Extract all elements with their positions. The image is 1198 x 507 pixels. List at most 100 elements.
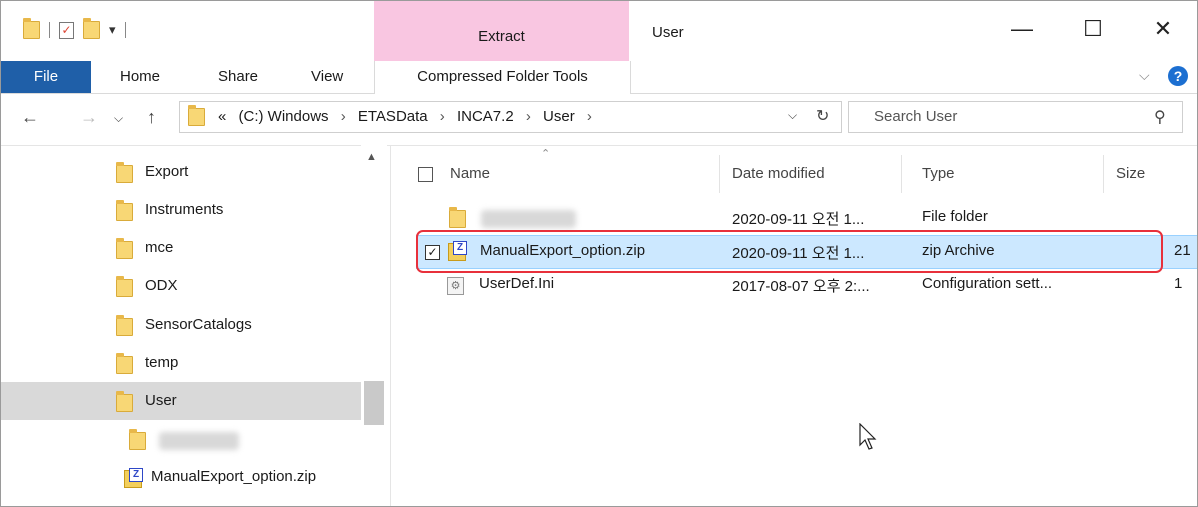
explorer-window: ✓ ▾ Extract User — ☐ ✕ File Home Share V… xyxy=(0,0,1198,507)
back-icon[interactable]: ← xyxy=(21,107,39,128)
close-button[interactable]: ✕ xyxy=(1145,15,1181,43)
address-row: ← → ⌵ ↑ « (C:) Windows › ETASData › INCA… xyxy=(1,93,1197,146)
column-divider[interactable] xyxy=(1103,155,1104,193)
folder-icon xyxy=(23,18,40,39)
nav-item-label: ODX xyxy=(145,277,178,294)
ribbon-tabs: File Home Share View Compressed Folder T… xyxy=(1,61,1197,94)
breadcrumb: « (C:) Windows › ETASData › INCA7.2 › Us… xyxy=(218,108,600,125)
column-size[interactable]: Size xyxy=(1116,165,1145,182)
nav-item-mce[interactable]: mce xyxy=(1,229,361,267)
tab-share[interactable]: Share xyxy=(218,61,258,93)
scroll-thumb[interactable] xyxy=(364,381,384,425)
scroll-up-icon[interactable]: ▲ xyxy=(366,151,377,163)
nav-item-label: SensorCatalogs xyxy=(145,316,252,333)
chevron-right-icon[interactable]: › xyxy=(440,108,445,125)
chevron-right-icon[interactable]: › xyxy=(341,108,346,125)
file-size: 1 xyxy=(1174,275,1183,292)
row-checkbox[interactable]: ✓ xyxy=(425,245,440,260)
date-modified: 2020-09-11 오전 1... xyxy=(732,245,865,262)
config-file-icon: ⚙ xyxy=(447,277,464,295)
title-bar: ✓ ▾ Extract User — ☐ ✕ xyxy=(1,1,1197,61)
folder-icon xyxy=(449,207,466,228)
recent-locations-icon[interactable]: ⌵ xyxy=(114,111,123,126)
nav-item-label: mce xyxy=(145,239,174,256)
minimize-button[interactable]: — xyxy=(1004,15,1040,43)
customize-toolbar-icon[interactable]: ▾ xyxy=(109,22,116,38)
column-name[interactable]: Name xyxy=(450,165,490,182)
forward-icon[interactable]: → xyxy=(80,107,98,128)
toolbar-separator xyxy=(49,22,50,38)
nav-item-export[interactable]: Export xyxy=(1,153,361,191)
search-placeholder: Search User xyxy=(874,108,958,125)
up-icon[interactable]: ↑ xyxy=(147,107,156,128)
nav-item-odx[interactable]: ODX xyxy=(1,267,361,305)
column-divider[interactable] xyxy=(719,155,720,193)
zip-archive-icon xyxy=(448,241,467,261)
breadcrumb-overflow[interactable]: « xyxy=(218,108,226,125)
tab-file[interactable]: File xyxy=(1,61,91,93)
list-item-manualexport-zip[interactable]: ✓ ManualExport_option.zip 2020-09-11 오전 … xyxy=(416,235,1197,269)
redacted-name xyxy=(481,210,576,228)
tab-home[interactable]: Home xyxy=(120,61,160,93)
file-name: UserDef.Ini xyxy=(479,275,555,292)
folder-icon xyxy=(116,276,133,297)
folder-icon xyxy=(188,105,205,126)
tab-view[interactable]: View xyxy=(311,61,343,93)
folder-icon xyxy=(116,200,133,221)
file-type: Configuration sett... xyxy=(922,275,1053,292)
nav-item-label: temp xyxy=(145,354,179,371)
new-folder-icon[interactable] xyxy=(83,18,100,39)
nav-item-instruments[interactable]: Instruments xyxy=(1,191,361,229)
nav-item-label: Instruments xyxy=(145,201,224,218)
nav-item-label: ManualExport_option.zip xyxy=(151,468,317,485)
breadcrumb-user[interactable]: User xyxy=(543,108,575,125)
folder-icon xyxy=(116,353,133,374)
folder-icon xyxy=(116,162,133,183)
navigation-pane: Export Instruments mce ODX SensorCatalog… xyxy=(1,145,391,506)
search-icon: ⚲ xyxy=(1154,109,1166,126)
nav-item-hidden-folder[interactable] xyxy=(1,420,361,458)
column-divider[interactable] xyxy=(901,155,902,193)
date-modified: 2020-09-11 오전 1... xyxy=(732,211,865,228)
quick-access-toolbar: ✓ ▾ xyxy=(23,18,126,39)
nav-item-temp[interactable]: temp xyxy=(1,344,361,382)
folder-icon xyxy=(116,238,133,259)
expand-ribbon-icon[interactable]: ⌵ xyxy=(1139,67,1150,84)
search-input[interactable]: Search User ⚲ xyxy=(848,101,1183,133)
list-item-folder[interactable]: 2020-09-11 오전 1... File folder xyxy=(416,202,1197,236)
properties-icon[interactable]: ✓ xyxy=(59,21,74,39)
breadcrumb-inca[interactable]: INCA7.2 xyxy=(457,108,514,125)
sort-ascending-icon: ⌃ xyxy=(541,148,551,160)
window-title: User xyxy=(652,24,684,41)
column-headers: ⌃ Name Date modified Type Size xyxy=(391,145,1197,201)
refresh-icon[interactable]: ↻ xyxy=(816,106,829,126)
file-type: File folder xyxy=(922,208,988,225)
help-icon[interactable]: ? xyxy=(1168,66,1188,86)
breadcrumb-windows[interactable]: (C:) Windows xyxy=(239,108,329,125)
nav-item-user[interactable]: User xyxy=(1,382,361,420)
column-type[interactable]: Type xyxy=(922,165,955,182)
nav-scrollbar[interactable]: ▲ xyxy=(361,145,387,506)
tab-compressed-folder-tools[interactable]: Compressed Folder Tools xyxy=(374,61,631,94)
file-name: ManualExport_option.zip xyxy=(480,242,646,259)
folder-icon xyxy=(116,391,133,412)
toolbar-separator xyxy=(124,22,126,38)
nav-item-manualexport-zip[interactable]: ManualExport_option.zip xyxy=(1,458,361,496)
nav-item-label: Export xyxy=(145,163,189,180)
folder-icon xyxy=(129,429,146,450)
mouse-cursor-icon xyxy=(859,423,877,450)
extract-label: Extract xyxy=(478,28,525,45)
list-item-userdef[interactable]: ⚙ UserDef.Ini 2017-08-07 오후 2:... Config… xyxy=(416,269,1197,303)
column-date-modified[interactable]: Date modified xyxy=(732,165,825,182)
chevron-right-icon[interactable]: › xyxy=(587,108,592,125)
breadcrumb-etasdata[interactable]: ETASData xyxy=(358,108,428,125)
nav-item-sensorcatalogs[interactable]: SensorCatalogs xyxy=(1,306,361,344)
nav-item-label: User xyxy=(145,392,177,409)
redacted-name xyxy=(159,432,239,450)
chevron-right-icon[interactable]: › xyxy=(526,108,531,125)
address-bar[interactable]: « (C:) Windows › ETASData › INCA7.2 › Us… xyxy=(179,101,842,133)
address-dropdown-icon[interactable]: ⌵ xyxy=(788,108,797,123)
select-all-checkbox[interactable] xyxy=(418,167,433,182)
context-tab-header: Extract xyxy=(374,1,629,61)
maximize-button[interactable]: ☐ xyxy=(1075,15,1111,43)
